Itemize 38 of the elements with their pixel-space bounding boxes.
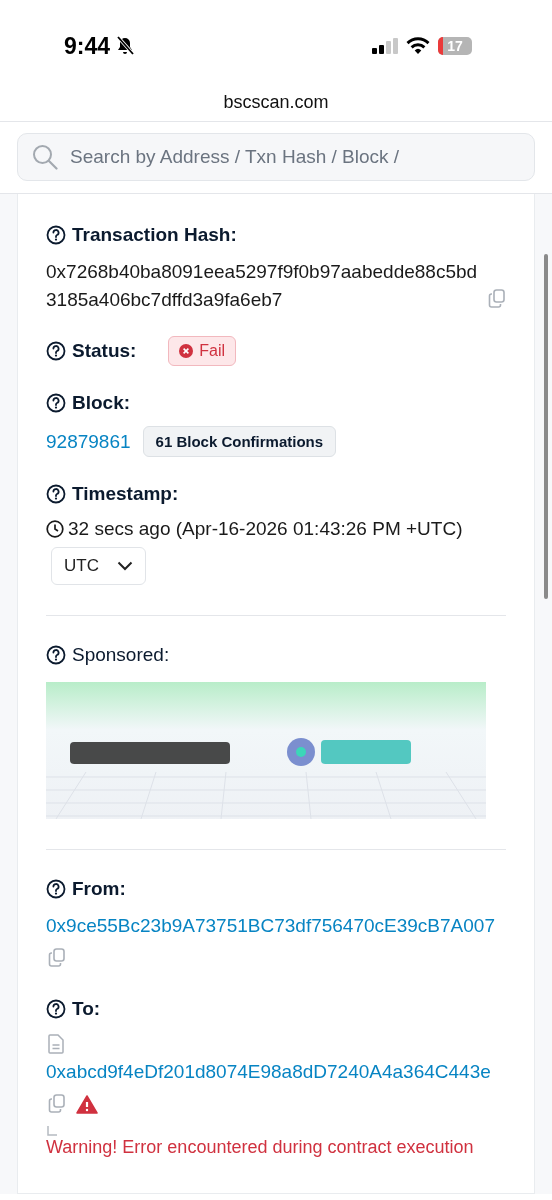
copy-icon[interactable] (488, 289, 506, 309)
address-link[interactable]: 0xabcd9f4eDf201d8074E98a8dD7240A4a364C443e (46, 1058, 506, 1086)
field-label: Transaction Hash: (72, 224, 237, 246)
address-link[interactable]: 0x9ce55Bc23b9A73751BC73df756470cE39cB7A007 (46, 912, 506, 940)
help-icon (46, 393, 66, 413)
confirmations-badge: 61 Block Confirmations (142, 426, 337, 457)
battery-indicator: 17 (438, 37, 472, 55)
scrollbar[interactable] (544, 254, 548, 599)
copy-icon[interactable] (48, 1094, 66, 1114)
help-icon (46, 341, 66, 361)
help-icon (46, 225, 66, 245)
search-icon (32, 144, 58, 170)
url-text[interactable]: bscscan.com (223, 92, 329, 112)
help-icon (46, 999, 66, 1019)
timestamp-text: 32 secs ago (Apr-16-2026 01:43:26 PM +UTC) (68, 517, 463, 541)
field-label: Sponsored: (72, 644, 170, 666)
copy-icon[interactable] (48, 948, 66, 968)
field-label: From: (72, 878, 126, 900)
chevron-down-icon (116, 561, 133, 571)
help-icon (46, 879, 66, 899)
help-icon (46, 645, 66, 665)
warning-message: Warning! Error encountered during contract execution (46, 1136, 475, 1158)
clock-icon (46, 520, 64, 538)
clock-time: 9:44 (64, 32, 111, 60)
error-icon (179, 344, 194, 358)
field-label: To: (72, 998, 101, 1020)
help-icon (46, 484, 66, 504)
search-field[interactable]: Search by Address / Txn Hash / Block / (17, 133, 535, 181)
signal-icon (372, 38, 398, 54)
field-label: Status: (72, 340, 137, 362)
timezone-dropdown[interactable]: UTC (51, 547, 146, 585)
transaction-hash: 0x7268b40ba8091eea5297f9f0b97aabedde88c5bd3185a406bc7dffd3a9fa6eb7 (46, 260, 479, 312)
status-badge: Fail (168, 336, 236, 366)
wifi-icon (406, 37, 430, 55)
corner-icon (47, 1126, 57, 1136)
field-label: Block: (72, 392, 131, 414)
field-label: Timestamp: (72, 483, 179, 505)
block-link[interactable]: 92879861 (46, 427, 131, 456)
